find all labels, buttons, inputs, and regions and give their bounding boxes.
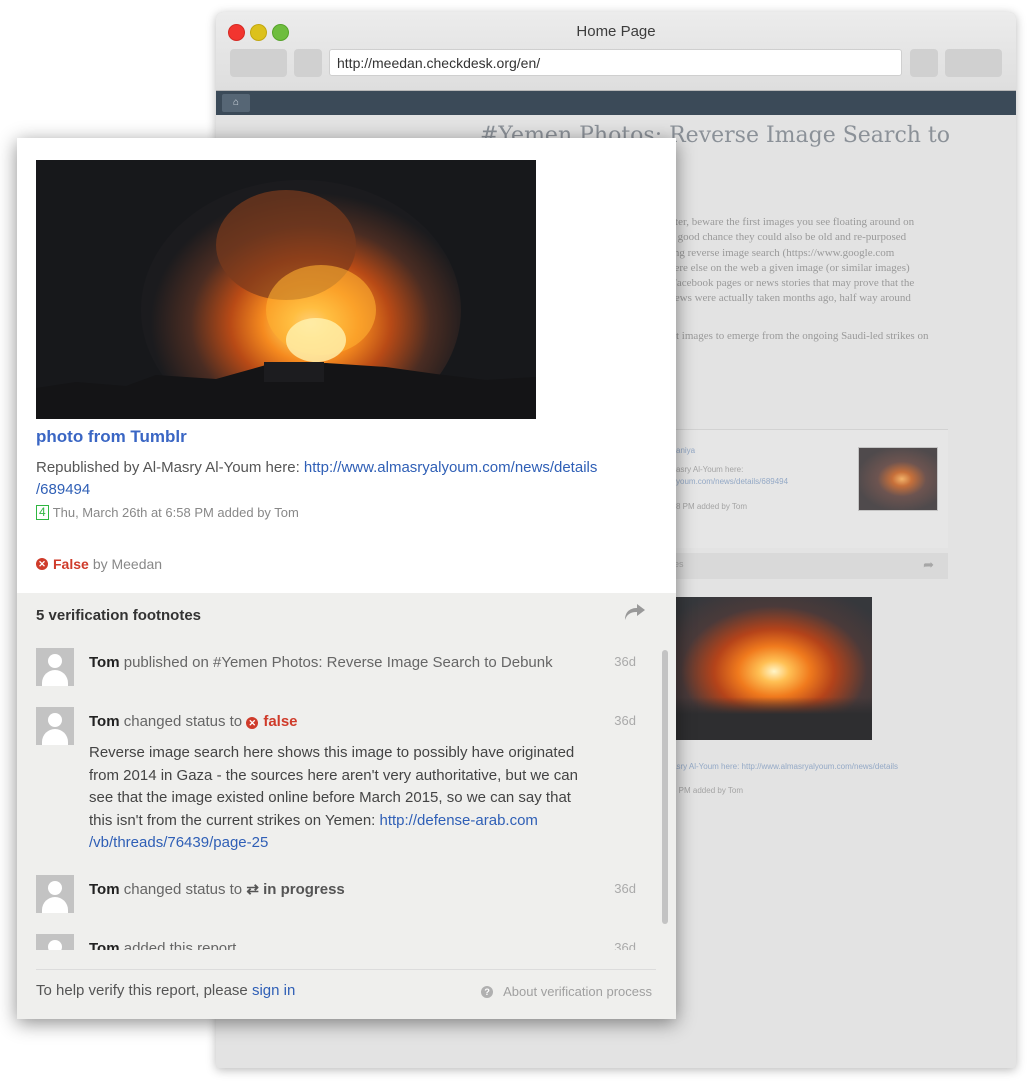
footnote-note-line: from 2014 in Gaza - the sources here are… xyxy=(89,766,578,784)
about-verification-link[interactable]: ? About verification process xyxy=(481,984,652,999)
bg-card-line: youm.com/news/details/689494 xyxy=(676,477,789,486)
bg-line: asry Al-Youm here: http://www.almasryaly… xyxy=(672,762,899,771)
footnote-text: Tom changed status to ⇄ in progress xyxy=(89,879,594,901)
footnote-author[interactable]: Tom xyxy=(89,881,120,898)
footnote-text: Tom published on #Yemen Photos: Reverse … xyxy=(89,652,594,674)
question-circle-icon: ? xyxy=(481,985,494,998)
background-footnote-bar: es ➦ xyxy=(668,553,948,579)
background-photo xyxy=(668,597,872,740)
footnotes-header: 5 verification footnotes xyxy=(36,607,202,624)
site-navbar: ⌂ xyxy=(216,91,1016,115)
report-card: photo from Tumblr Republished by Al-Masr… xyxy=(17,138,676,1019)
share-button[interactable] xyxy=(910,49,938,77)
x-circle-icon: ✕ xyxy=(36,558,48,570)
verification-footnotes: 5 verification footnotes Tom published o… xyxy=(17,593,676,1019)
about-verification-text: About verification process xyxy=(503,984,652,999)
article-line: 's a good chance they could also be old … xyxy=(661,231,907,244)
footnotes-scrollbar[interactable] xyxy=(662,648,668,948)
window-titlebar: Home Page http://meedan.checkdesk.org/en… xyxy=(216,12,1016,91)
footnote-note-line: Reverse image search here shows this ima… xyxy=(89,744,575,761)
republished-link-line2: /689494 xyxy=(36,481,91,498)
article-line: witter, beware the first images you see … xyxy=(661,216,915,228)
status-label: False xyxy=(53,556,89,572)
avatar[interactable] xyxy=(36,934,74,950)
sign-in-link[interactable]: sign in xyxy=(252,982,295,999)
status-by: by Meedan xyxy=(92,556,163,572)
footnote-note-link-cont[interactable]: /vb/threads/76439/page-25 xyxy=(89,834,268,851)
footnote-status-false: false xyxy=(263,713,298,730)
footnote-age: 36d xyxy=(614,654,636,669)
footnote-text: Tom added this report xyxy=(89,938,594,950)
home-icon[interactable]: ⌂ xyxy=(222,94,250,112)
footnote-action: changed status to xyxy=(123,713,243,730)
article-paragraph: witter, beware the first images you see … xyxy=(661,215,951,307)
footnotes-footer: To help verify this report, please sign … xyxy=(36,969,656,999)
share-arrow-icon[interactable] xyxy=(624,603,646,626)
footnote-action: changed status to xyxy=(123,881,243,898)
background-thumbnail xyxy=(858,447,938,511)
tabs-button[interactable] xyxy=(945,49,1002,77)
x-circle-icon: ✕ xyxy=(246,717,259,729)
footnote-note-link[interactable]: http://defense-arab.com xyxy=(380,812,538,829)
report-photo[interactable] xyxy=(36,160,536,419)
footnote-age: 36d xyxy=(614,881,636,896)
report-source-link[interactable]: photo from Tumblr xyxy=(36,427,187,447)
bg-card-line: 8 PM added by Tom xyxy=(676,502,748,511)
count-badge[interactable]: 4 xyxy=(36,505,49,520)
article-line: where else on the web a given image (or … xyxy=(661,261,910,274)
article-line: g news were actually taken months ago, h… xyxy=(661,292,911,305)
footer-text: To help verify this report, please xyxy=(36,982,252,999)
article-line: using reverse image search (https://www.… xyxy=(661,246,895,259)
footnotes-list[interactable]: Tom published on #Yemen Photos: Reverse … xyxy=(17,648,676,950)
shuffle-icon: ⇄ xyxy=(246,881,259,898)
footnote-text: Tom changed status to ✕ false xyxy=(89,711,594,733)
avatar[interactable] xyxy=(36,875,74,913)
footnote-status-progress: in progress xyxy=(263,881,345,898)
share-arrow-icon: ➦ xyxy=(923,557,934,572)
bg-line: 8 PM added by Tom xyxy=(672,786,744,795)
address-bar[interactable]: http://meedan.checkdesk.org/en/ xyxy=(329,49,902,76)
footnote-note-line: this isn't from the current strikes on Y… xyxy=(89,811,380,829)
avatar[interactable] xyxy=(36,707,74,745)
footnote-author[interactable]: Tom xyxy=(89,713,120,730)
window-title: Home Page xyxy=(576,23,656,40)
footnote-action: added this report xyxy=(123,940,237,950)
sidebar-button[interactable] xyxy=(294,49,322,77)
footnote-note-line: see that the image existed online before… xyxy=(89,789,571,806)
report-status: ✕ False by Meedan xyxy=(36,556,162,572)
bg-card-line: aniya xyxy=(676,446,696,455)
footnote-age: 36d xyxy=(614,713,636,728)
republished-text: Republished by Al-Masry Al-Youm here: xyxy=(36,459,304,476)
scrollbar-thumb[interactable] xyxy=(662,650,668,924)
bg-card-line: asry Al-Youm here: xyxy=(676,465,744,474)
republished-link-line1: http://www.almasryalyoum.com/news/detail… xyxy=(303,459,598,476)
footnote-author[interactable]: Tom xyxy=(89,654,120,671)
report-description: Republished by Al-Masry Al-Youm here: ht… xyxy=(36,457,636,501)
footnote-action: published on #Yemen Photos: Reverse Imag… xyxy=(123,654,553,671)
article-paragraph-2: t images to emerge from the ongoing Saud… xyxy=(676,330,929,342)
avatar[interactable] xyxy=(36,648,74,686)
article-line: s, Facebook pages or news stories that m… xyxy=(661,277,915,290)
footnote-note: Reverse image search here shows this ima… xyxy=(89,742,599,855)
back-forward-button[interactable] xyxy=(230,49,287,77)
report-meta: 4 Thu, March 26th at 6:58 PM added by To… xyxy=(36,505,299,520)
report-meta-text: Thu, March 26th at 6:58 PM added by Tom xyxy=(52,505,299,520)
footnote-author[interactable]: Tom xyxy=(89,940,120,950)
footnote-age: 36d xyxy=(614,940,636,950)
